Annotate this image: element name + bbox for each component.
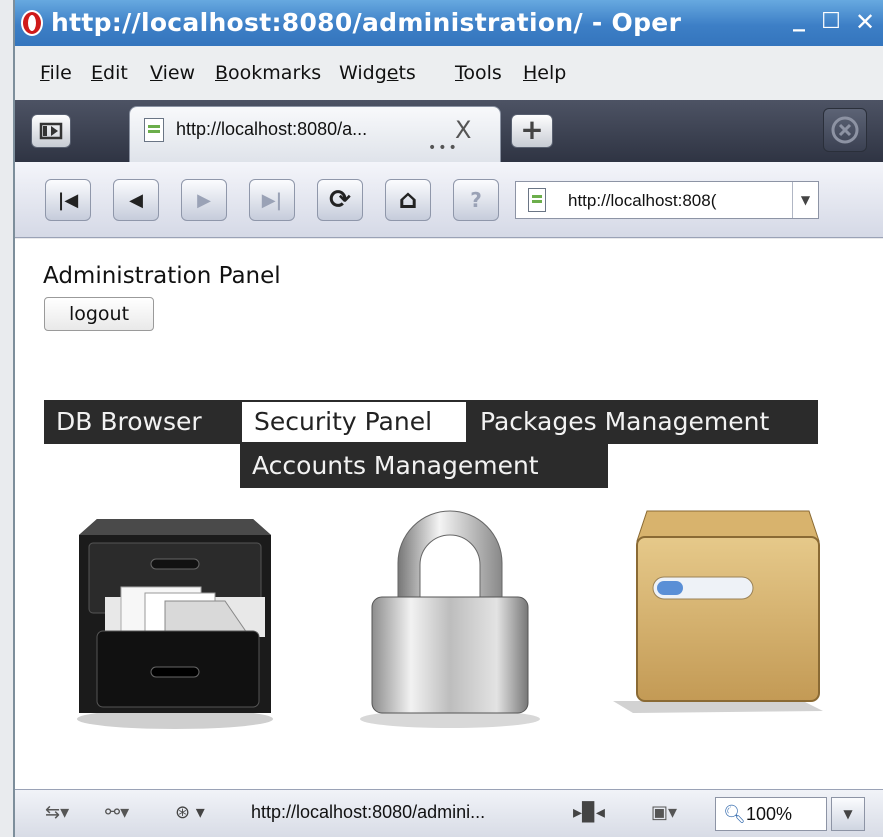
tab-grip: ••• — [428, 140, 459, 156]
transfers-icon[interactable]: ⇆▾ — [45, 802, 69, 823]
reload-button[interactable]: ⟳ — [317, 179, 363, 221]
zoom-field[interactable]: 🔍︎ 100% — [715, 797, 827, 831]
wand-button[interactable]: ? — [453, 179, 499, 221]
minimize-button[interactable]: _ — [787, 6, 811, 30]
forward-button[interactable]: ▶ — [181, 179, 227, 221]
page-content: Administration Panel logout DB Browser S… — [15, 239, 883, 789]
close-button[interactable]: ✕ — [853, 10, 877, 34]
page-title: Administration Panel — [43, 263, 281, 289]
navigation-toolbar: |◀ ◀ ▶ ▶| ⟳ ⌂ ? http://localhost:808( ▼ — [15, 162, 883, 238]
home-button[interactable]: ⌂ — [385, 179, 431, 221]
package-box-icon[interactable] — [603, 501, 823, 735]
nav-accounts-management[interactable]: Accounts Management — [240, 444, 608, 488]
window-title: http://localhost:8080/administration/ - … — [51, 8, 682, 37]
nav-security-panel[interactable]: Security Panel — [240, 400, 468, 444]
new-tab-button[interactable]: + — [511, 114, 553, 148]
fast-forward-icon: ▶| — [261, 190, 283, 211]
back-button[interactable]: ◀ — [113, 179, 159, 221]
menu-bar: File Edit View Bookmarks Widgets Tools H… — [15, 46, 883, 100]
address-text: http://localhost:808( — [568, 191, 717, 210]
padlock-icon[interactable] — [350, 501, 550, 735]
fast-forward-button[interactable]: ▶| — [249, 179, 295, 221]
browser-window: http://localhost:8080/administration/ - … — [13, 0, 883, 837]
page-view-icon[interactable]: ▸▉◂ — [573, 802, 605, 823]
menu-file[interactable]: File — [40, 62, 72, 84]
menu-view[interactable]: View — [150, 62, 195, 84]
menu-bookmarks[interactable]: Bookmarks — [215, 62, 321, 84]
address-field[interactable]: http://localhost:808( ▼ — [515, 181, 819, 219]
menu-tools[interactable]: Tools — [455, 62, 502, 84]
status-bar: ⇆▾ ⚯▾ ⊛ ▾ http://localhost:8080/admini..… — [15, 789, 883, 837]
home-icon: ⌂ — [398, 185, 418, 215]
magnifier-icon: 🔍︎ — [723, 804, 746, 824]
page-icon — [528, 188, 546, 212]
panel-toggle-icon — [39, 122, 63, 140]
forward-arrow-icon: ▶ — [197, 190, 211, 211]
address-dropdown-icon[interactable]: ▼ — [792, 182, 818, 218]
menu-edit[interactable]: Edit — [91, 62, 128, 84]
menu-help[interactable]: Help — [523, 62, 566, 84]
status-url: http://localhost:8080/admini... — [251, 802, 486, 822]
title-bar: http://localhost:8080/administration/ - … — [15, 0, 883, 46]
back-arrow-icon: ◀ — [129, 190, 143, 211]
sharing-icon[interactable]: ⚯▾ — [105, 802, 129, 823]
key-icon: ? — [470, 188, 482, 212]
menu-widgets[interactable]: Widgets — [339, 62, 416, 84]
tab-active[interactable]: http://localhost:8080/a... X ••• — [129, 106, 501, 162]
tab-title: http://localhost:8080/a... — [176, 119, 368, 139]
page-icon — [144, 118, 164, 142]
tab-bar: http://localhost:8080/a... X ••• + — [15, 100, 883, 162]
image-toggle-icon[interactable]: ▣▾ — [651, 802, 677, 823]
panel-toggle-button[interactable] — [31, 114, 71, 148]
closed-tabs-button[interactable] — [823, 108, 867, 152]
nav-packages-management[interactable]: Packages Management — [468, 400, 818, 444]
opera-logo-icon — [21, 10, 43, 36]
rewind-button[interactable]: |◀ — [45, 179, 91, 221]
trash-restore-icon — [831, 116, 859, 144]
zoom-dropdown[interactable]: ▼ — [831, 797, 865, 831]
logout-button[interactable]: logout — [44, 297, 154, 331]
file-cabinet-icon[interactable] — [75, 501, 275, 735]
rewind-icon: |◀ — [57, 190, 79, 211]
maximize-button[interactable]: ☐ — [819, 10, 843, 34]
nav-db-browser[interactable]: DB Browser — [44, 400, 240, 444]
turbo-icon[interactable]: ⊛ ▾ — [175, 802, 205, 823]
reload-icon: ⟳ — [329, 185, 351, 215]
zoom-value: 100% — [746, 804, 793, 824]
